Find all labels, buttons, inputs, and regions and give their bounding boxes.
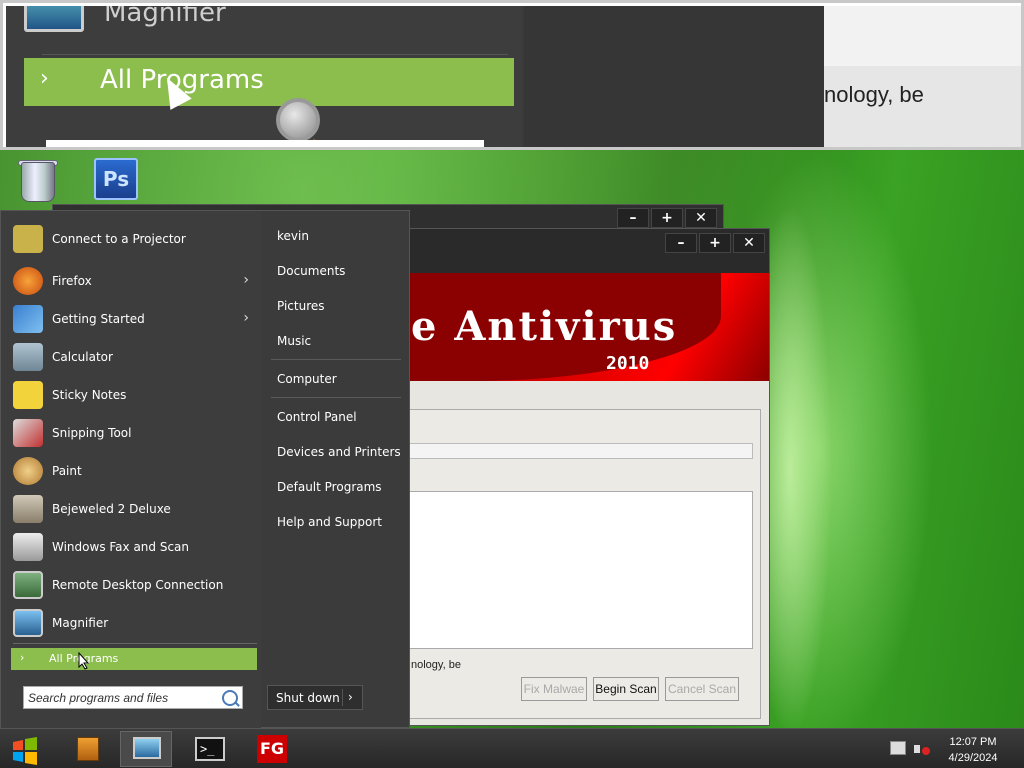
program-fax-scan[interactable]: Windows Fax and Scan <box>9 529 257 565</box>
magnifier-lens-icon <box>276 98 320 142</box>
link-default-programs[interactable]: Default Programs <box>277 480 382 494</box>
banner-year: 2010 <box>606 353 650 374</box>
search-box[interactable] <box>23 686 243 709</box>
taskbar-terminal[interactable]: >_ <box>184 731 236 767</box>
remote-desktop-icon <box>13 571 43 599</box>
terminal-icon: >_ <box>195 737 225 761</box>
search-icon[interactable] <box>222 690 238 706</box>
firefox-icon <box>13 267 43 295</box>
scan-progress-bar <box>401 443 753 459</box>
close-button[interactable]: ✕ <box>685 208 717 228</box>
paint-palette-icon <box>13 457 43 485</box>
status-text: nology, be <box>411 659 461 671</box>
fax-icon <box>13 533 43 561</box>
program-magnifier[interactable]: Magnifier <box>9 605 257 641</box>
file-cabinet-icon <box>77 737 99 761</box>
link-user-folder[interactable]: kevin <box>277 229 309 243</box>
chevron-right-icon[interactable]: › <box>348 690 353 704</box>
start-menu-places: kevin Documents Pictures Music Computer … <box>261 211 411 729</box>
network-icon[interactable] <box>890 741 906 755</box>
bejeweled-icon <box>13 495 43 523</box>
calculator-icon <box>13 343 43 371</box>
taskbar-remote-desktop[interactable] <box>120 731 172 767</box>
link-computer[interactable]: Computer <box>277 372 337 386</box>
program-sticky-notes[interactable]: Sticky Notes <box>9 377 257 413</box>
system-clock[interactable]: 12:07 PM 4/29/2024 <box>944 734 1002 766</box>
mouse-cursor-icon <box>78 652 90 670</box>
clock-time: 12:07 PM <box>949 736 997 748</box>
volume-muted-icon[interactable] <box>914 741 932 757</box>
link-pictures[interactable]: Pictures <box>277 299 325 313</box>
banner-title: e Antivirus <box>411 303 678 350</box>
sticky-notes-icon <box>13 381 43 409</box>
start-button[interactable] <box>0 731 52 767</box>
link-help-support[interactable]: Help and Support <box>277 515 382 529</box>
program-remote-desktop[interactable]: Remote Desktop Connection <box>9 567 257 603</box>
program-snipping-tool[interactable]: Snipping Tool <box>9 415 257 451</box>
start-orb-icon <box>13 737 37 765</box>
getting-started-icon <box>13 305 43 333</box>
recycle-bin-icon[interactable] <box>14 158 62 206</box>
taskbar-fg-app[interactable]: FG <box>246 731 298 767</box>
clock-date: 4/29/2024 <box>948 752 998 764</box>
search-input[interactable] <box>28 689 218 707</box>
program-bejeweled[interactable]: Bejeweled 2 Deluxe <box>9 491 257 527</box>
link-control-panel[interactable]: Control Panel <box>277 410 357 424</box>
taskbar: >_ FG 12:07 PM 4/29/2024 <box>0 728 1024 768</box>
maximize-button[interactable]: + <box>699 233 731 253</box>
remote-desktop-icon <box>133 737 161 759</box>
maximize-button[interactable]: + <box>651 208 683 228</box>
program-getting-started[interactable]: Getting Started › <box>9 301 257 337</box>
start-menu-programs: Connect to a Projector Firefox › Getting… <box>1 211 261 729</box>
program-calculator[interactable]: Calculator <box>9 339 257 375</box>
scan-log[interactable] <box>401 491 753 649</box>
start-menu: Connect to a Projector Firefox › Getting… <box>0 210 411 729</box>
magnified-text: nology, be <box>824 82 924 107</box>
photoshop-icon[interactable]: Ps <box>92 156 140 204</box>
magnifier-icon <box>24 6 84 32</box>
magnifier-view: Magnifier › All Programs nology, be <box>0 0 1024 150</box>
taskbar-file-cabinet[interactable] <box>62 731 114 767</box>
link-documents[interactable]: Documents <box>277 264 345 278</box>
all-programs-button[interactable]: › All Programs <box>11 648 257 670</box>
fix-malware-button[interactable]: Fix Malwae <box>521 677 587 701</box>
minimize-button[interactable]: – <box>665 233 697 253</box>
link-devices-printers[interactable]: Devices and Printers <box>277 445 401 459</box>
chevron-right-icon: › <box>243 310 249 326</box>
close-button[interactable]: ✕ <box>733 233 765 253</box>
fg-app-icon: FG <box>257 735 287 763</box>
magnified-all-programs: › All Programs <box>24 58 514 106</box>
chevron-right-icon: › <box>243 272 249 288</box>
scissors-icon <box>13 419 43 447</box>
cancel-scan-button[interactable]: Cancel Scan <box>665 677 739 701</box>
chevron-right-icon: › <box>20 651 25 664</box>
program-paint[interactable]: Paint <box>9 453 257 489</box>
program-firefox[interactable]: Firefox › <box>9 263 257 299</box>
begin-scan-button[interactable]: Begin Scan <box>593 677 659 701</box>
program-connect-projector[interactable]: Connect to a Projector <box>9 221 257 257</box>
magnified-label: Magnifier <box>104 6 226 28</box>
link-music[interactable]: Music <box>277 334 311 348</box>
projector-icon <box>13 225 43 253</box>
shutdown-button[interactable]: Shut down › <box>267 685 363 710</box>
magnifier-icon <box>13 609 43 637</box>
minimize-button[interactable]: – <box>617 208 649 228</box>
